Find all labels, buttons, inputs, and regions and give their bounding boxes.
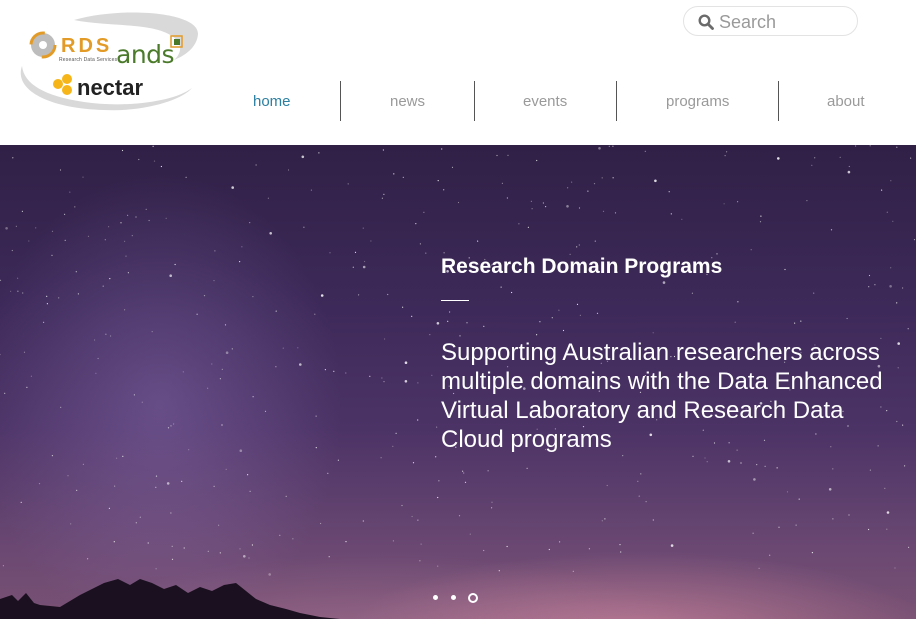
tree-silhouette	[0, 579, 340, 619]
nav-item-news[interactable]: news	[390, 93, 425, 110]
slide-dot-active[interactable]	[468, 593, 478, 603]
logo-rds-subtitle: Research Data Services	[59, 57, 118, 63]
nav-divider	[340, 81, 341, 121]
site-header: RDS Research Data Services ands nectar h…	[0, 0, 916, 145]
logo-ands-text: ands	[116, 40, 175, 69]
nav-item-about[interactable]: about	[827, 93, 865, 110]
logo-nectar-text: nectar	[77, 75, 144, 100]
slide-indicators	[430, 593, 490, 605]
hero-title: Research Domain Programs	[441, 255, 723, 278]
nav-divider	[474, 81, 475, 121]
slide-dot[interactable]	[433, 595, 438, 600]
nav-divider	[616, 81, 617, 121]
hero-description: Supporting Australian researchers across…	[441, 339, 883, 453]
slide-dot[interactable]	[451, 595, 456, 600]
hero-divider	[441, 300, 469, 301]
hero-slideshow[interactable]: Research Domain Programs Supporting Aust…	[0, 145, 916, 619]
nav-item-home[interactable]: home	[253, 93, 291, 110]
search-box[interactable]	[683, 6, 858, 36]
partner-logo[interactable]: RDS Research Data Services ands nectar	[14, 8, 204, 116]
search-input[interactable]	[717, 10, 851, 34]
search-icon[interactable]	[698, 14, 714, 30]
nav-item-events[interactable]: events	[523, 93, 567, 110]
logo-rds-text: RDS	[61, 35, 113, 57]
main-nav: home news events programs about	[200, 81, 916, 121]
nav-divider	[778, 81, 779, 121]
nav-item-programs[interactable]: programs	[666, 93, 729, 110]
